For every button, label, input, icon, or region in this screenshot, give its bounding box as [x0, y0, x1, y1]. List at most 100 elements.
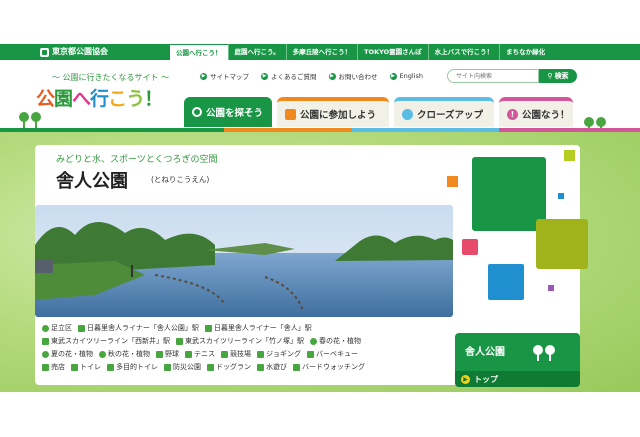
info-item[interactable]: 野球: [156, 348, 179, 361]
info-item[interactable]: 日暮里舎人ライナー「舎人」駅: [204, 322, 312, 335]
site-tab-waterbus[interactable]: 水上バスで行こう！: [427, 44, 500, 60]
info-line: 売店 トイレ 多目的トイレ 防災公園 ドッグラン 水遊び バードウォッチング: [42, 361, 452, 374]
info-item[interactable]: 売店: [42, 361, 65, 374]
decor-square: [488, 264, 524, 300]
site-tab-garden[interactable]: 庭園へ行こう。: [227, 44, 286, 60]
info-text: ドッグラン: [216, 363, 251, 371]
site-tab-tama[interactable]: 多摩丘陵へ行こう！: [285, 44, 358, 60]
nav-tab-park-now[interactable]: ! 公園なう！: [499, 97, 573, 127]
accessible-toilet-icon: [107, 364, 114, 371]
site-tab-cemetery[interactable]: TOKYO霊園さんぽ: [357, 44, 428, 60]
info-text: 秋の花・植物: [108, 350, 150, 358]
info-item[interactable]: 東武スカイツリーライン「竹ノ塚」駅: [176, 335, 304, 348]
tennis-icon: [185, 351, 192, 358]
train-icon: [204, 325, 212, 332]
info-text: ジョギング: [266, 350, 301, 358]
info-item[interactable]: トイレ: [71, 361, 101, 374]
info-item[interactable]: 防災公園: [164, 361, 201, 374]
search-input[interactable]: [447, 69, 539, 83]
nav-tab-participate[interactable]: 公園に参加しよう: [277, 97, 389, 127]
info-item[interactable]: 夏の花・植物: [42, 348, 93, 361]
site-tab-greening[interactable]: まちなか緑化: [499, 44, 551, 60]
search-icon: [192, 107, 202, 117]
tree-icon: [18, 112, 30, 128]
search-button[interactable]: ⚲ 検索: [539, 69, 577, 83]
info-item[interactable]: バーベキュー: [307, 348, 358, 361]
info-text: バードウォッチング: [302, 363, 365, 371]
site-logo[interactable]: 公園へ行こう！: [36, 84, 176, 112]
info-text: 東武スカイツリーライン「西新井」駅: [51, 337, 170, 345]
info-item[interactable]: 競技場: [221, 348, 251, 361]
nav-tab-label: 公園に参加しよう: [300, 110, 377, 121]
water-play-icon: [257, 364, 264, 371]
park-reading: (とねりこうえん): [151, 175, 210, 184]
train-icon: [176, 338, 183, 345]
logo-char: う: [126, 88, 145, 110]
park-photo-illustration: [35, 205, 453, 317]
nav-tab-find-park[interactable]: 公園を探そう: [184, 97, 272, 127]
info-item[interactable]: 足立区: [42, 322, 72, 335]
info-text: テニス: [194, 350, 215, 358]
decor-square: [462, 239, 478, 255]
logo-char: へ: [72, 88, 91, 110]
faq-link[interactable]: ▶ よくあるご質問: [261, 71, 317, 81]
site-tab-park[interactable]: 公園へ行こう！: [170, 44, 228, 60]
sitemap-link[interactable]: ▶ サイトマップ: [200, 71, 249, 81]
arrow-icon: ▶: [261, 72, 268, 80]
disaster-park-icon: [164, 364, 171, 371]
logo-char: ！: [144, 88, 163, 110]
info-line: 東武スカイツリーライン「西新井」駅 東武スカイツリーライン「竹ノ塚」駅 春の花・…: [42, 335, 452, 348]
top-link-label: トップ: [474, 374, 498, 384]
english-link[interactable]: ▶ English: [389, 71, 423, 81]
info-item[interactable]: テニス: [185, 348, 215, 361]
logo-char: 行: [90, 88, 109, 110]
info-item[interactable]: バードウォッチング: [293, 361, 365, 374]
logo-char: 園: [54, 88, 73, 110]
nav-tab-closeup[interactable]: クローズアップ: [394, 97, 494, 127]
nav-tab-label: クローズアップ: [417, 110, 484, 121]
location-pin-icon: [42, 325, 49, 332]
info-item[interactable]: 秋の花・植物: [99, 348, 150, 361]
utility-links: ▶ サイトマップ ▶ よくあるご質問 ▶ お問い合わせ ▶ English: [200, 71, 423, 81]
arrow-icon: ▶: [200, 72, 207, 80]
train-icon: [78, 325, 85, 332]
info-item[interactable]: 多目的トイレ: [107, 361, 158, 374]
info-text: 夏の花・植物: [51, 350, 93, 358]
decor-trees-sidebox: [532, 345, 556, 365]
search-icon: ⚲: [547, 72, 553, 80]
info-text: 春の花・植物: [319, 337, 361, 345]
logo-char: 公: [36, 88, 55, 110]
info-text: 水遊び: [266, 363, 287, 371]
main-nav: 公園を探そう 公園に参加しよう クローズアップ ! 公園なう！: [184, 97, 573, 127]
info-item[interactable]: 日暮里舎人ライナー「舎人公園」駅: [78, 322, 199, 335]
contact-label: お問い合わせ: [338, 73, 378, 81]
bbq-icon: [307, 351, 314, 358]
org-link[interactable]: 東京都公園協会: [40, 44, 108, 60]
logo-char: こ: [108, 88, 127, 110]
info-item[interactable]: ジョギング: [257, 348, 301, 361]
info-item[interactable]: ドッグラン: [207, 361, 251, 374]
info-item[interactable]: 春の花・植物: [310, 335, 361, 348]
org-logo-icon: [40, 47, 49, 57]
flower-icon: [42, 351, 49, 358]
park-name: 舎人公園: [56, 171, 128, 192]
info-text: 日暮里舎人ライナー「舎人」駅: [213, 324, 312, 332]
info-item[interactable]: 東武スカイツリーライン「西新井」駅: [42, 335, 170, 348]
info-text: 東武スカイツリーライン「竹ノ塚」駅: [185, 337, 304, 345]
info-text: 防災公園: [173, 363, 201, 371]
top-link[interactable]: ▶ トップ: [455, 371, 580, 387]
tree-icon: [544, 345, 556, 361]
leaf-icon: [99, 351, 106, 358]
flower-icon: [310, 338, 317, 345]
info-text: 野球: [165, 350, 179, 358]
contact-link[interactable]: ▶ お問い合わせ: [328, 71, 378, 81]
info-line: 夏の花・植物 秋の花・植物 野球 テニス 競技場 ジョギング バーベキュー: [42, 348, 452, 361]
bulb-icon: [402, 108, 413, 120]
info-text: 日暮里舎人ライナー「舎人公園」駅: [87, 324, 199, 332]
decor-square: [564, 150, 575, 161]
info-item[interactable]: 水遊び: [257, 361, 287, 374]
tree-icon: [30, 112, 42, 128]
info-text: 売店: [51, 363, 65, 371]
decor-square: [472, 157, 546, 231]
stadium-icon: [221, 351, 228, 358]
